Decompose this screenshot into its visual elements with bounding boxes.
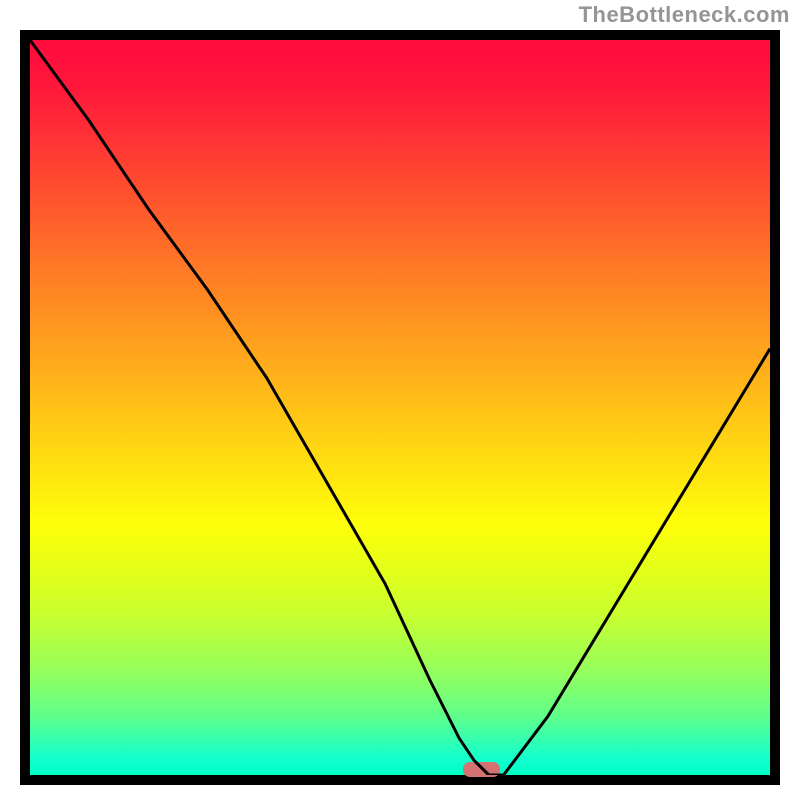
watermark-text: TheBottleneck.com: [579, 2, 790, 28]
chart-frame: [20, 30, 780, 785]
chart-gradient-panel: [30, 40, 770, 775]
chart-svg: [30, 40, 770, 775]
bottleneck-curve: [30, 40, 770, 775]
